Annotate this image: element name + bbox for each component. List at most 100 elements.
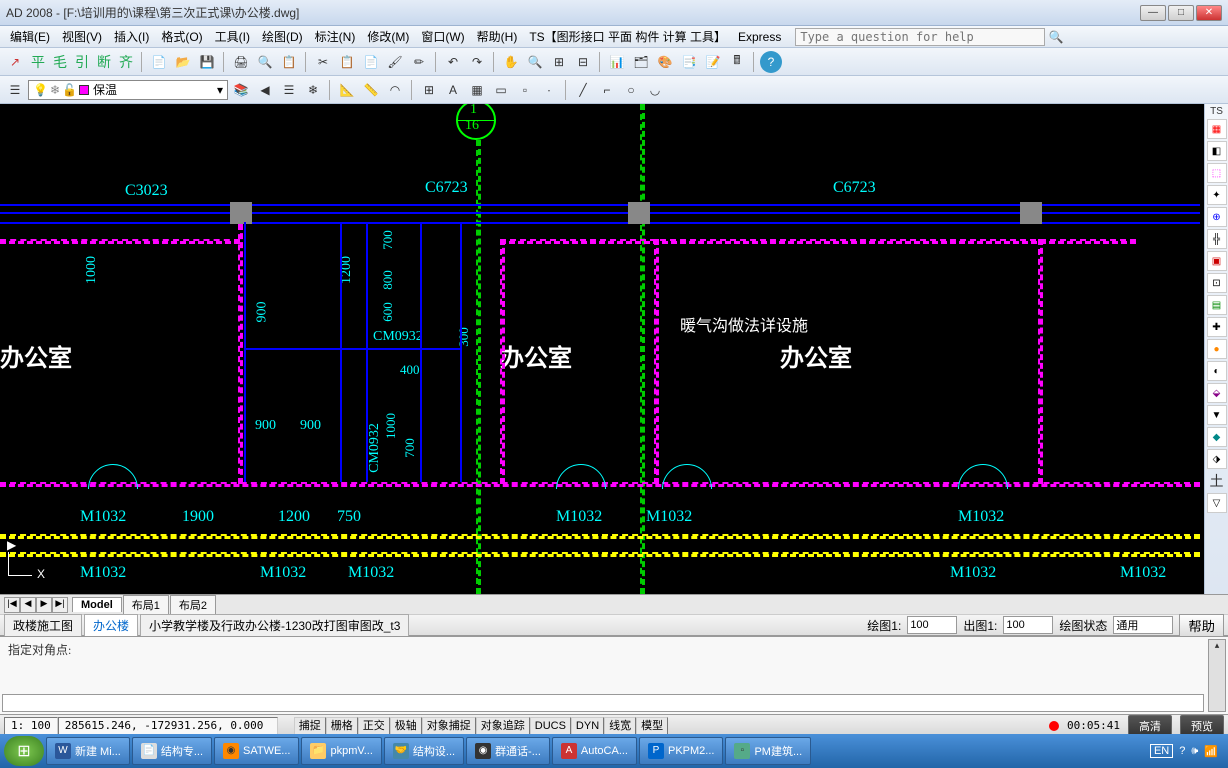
dim-ang-icon[interactable]: 📏: [360, 79, 382, 101]
menu-modify[interactable]: 修改(M): [361, 26, 415, 47]
print-icon[interactable]: 🖨: [230, 51, 252, 73]
drawing-canvas[interactable]: 1 16 C3023 C6723 C6723 办公室 办公室 办公室 暖气沟做法…: [0, 104, 1204, 594]
snap-polar[interactable]: 极轴: [390, 717, 422, 735]
doc-tab-2[interactable]: 办公楼: [84, 614, 138, 637]
pal-btn-17[interactable]: ▽: [1207, 493, 1227, 513]
snap-ducs[interactable]: DUCS: [530, 717, 571, 735]
tool-mao[interactable]: 毛: [50, 52, 70, 72]
pline-icon[interactable]: ⌐: [596, 79, 618, 101]
help-icon[interactable]: ?: [760, 51, 782, 73]
draw-state-input[interactable]: [1113, 616, 1173, 634]
hatch-icon[interactable]: ▦: [466, 79, 488, 101]
tray-chevron-icon[interactable]: ?: [1179, 745, 1185, 757]
out-scale-input[interactable]: [1003, 616, 1053, 634]
menu-format[interactable]: 格式(O): [155, 26, 208, 47]
cut-icon[interactable]: ✂: [312, 51, 334, 73]
tray-network-icon[interactable]: 🕪: [1191, 745, 1198, 758]
pal-btn-1[interactable]: ▦: [1207, 119, 1227, 139]
line-icon[interactable]: ╱: [572, 79, 594, 101]
redo-icon[interactable]: ↷: [466, 51, 488, 73]
tab-layout1[interactable]: 布局1: [123, 595, 169, 614]
layer-prev-icon[interactable]: ◀: [254, 79, 276, 101]
snap-otrack[interactable]: 对象追踪: [476, 717, 530, 735]
publish-icon[interactable]: 📋: [278, 51, 300, 73]
new-icon[interactable]: 📄: [148, 51, 170, 73]
tab-last-icon[interactable]: ▶|: [52, 597, 68, 613]
task-pm[interactable]: ▫PM建筑...: [725, 737, 811, 765]
menu-ts[interactable]: TS【图形接口 平面 构件 计算 工具】: [523, 26, 732, 47]
task-call[interactable]: ◉群通话-...: [466, 737, 550, 765]
tab-layout2[interactable]: 布局2: [170, 595, 216, 614]
help-button[interactable]: 帮助: [1179, 614, 1224, 637]
command-scrollbar[interactable]: ▴: [1208, 639, 1226, 712]
region-icon[interactable]: ▭: [490, 79, 512, 101]
menu-dimension[interactable]: 标注(N): [309, 26, 362, 47]
mtext-icon[interactable]: A: [442, 79, 464, 101]
pal-btn-11[interactable]: ●: [1207, 339, 1227, 359]
snap-ortho[interactable]: 正交: [358, 717, 390, 735]
draw-scale-input[interactable]: [907, 616, 957, 634]
match-icon[interactable]: 🖌: [384, 51, 406, 73]
arc-icon[interactable]: ◡: [644, 79, 666, 101]
task-word[interactable]: W新建 Mi...: [46, 737, 130, 765]
help-search-input[interactable]: [795, 28, 1045, 46]
pal-btn-5[interactable]: ⊕: [1207, 207, 1227, 227]
snap-grid[interactable]: 栅格: [326, 717, 358, 735]
pal-btn-4[interactable]: ✦: [1207, 185, 1227, 205]
layer-state-icon[interactable]: 📚: [230, 79, 252, 101]
menu-help[interactable]: 帮助(H): [471, 26, 524, 47]
task-pkpm[interactable]: PPKPM2...: [639, 737, 723, 765]
task-satwe[interactable]: ◉SATWE...: [214, 737, 299, 765]
task-struct[interactable]: 🤝结构设...: [384, 737, 464, 765]
layer-iso-icon[interactable]: ☰: [278, 79, 300, 101]
tab-first-icon[interactable]: |◀: [4, 597, 20, 613]
tab-next-icon[interactable]: ▶: [36, 597, 52, 613]
design-center-icon[interactable]: 🗂: [630, 51, 652, 73]
markup-icon[interactable]: 📝: [702, 51, 724, 73]
dim-linear-icon[interactable]: 📐: [336, 79, 358, 101]
minimize-button[interactable]: —: [1140, 5, 1166, 21]
pal-btn-6[interactable]: ╬: [1207, 229, 1227, 249]
pal-btn-2[interactable]: ◧: [1207, 141, 1227, 161]
point-icon[interactable]: ∙: [538, 79, 560, 101]
properties-icon[interactable]: 📊: [606, 51, 628, 73]
command-input[interactable]: [2, 694, 1204, 712]
snap-snap[interactable]: 捕捉: [294, 717, 326, 735]
tab-model[interactable]: Model: [72, 597, 122, 612]
snap-dyn[interactable]: DYN: [571, 717, 604, 735]
tray-volume-icon[interactable]: 📶: [1204, 745, 1218, 758]
task-pdf[interactable]: 📄结构专...: [132, 737, 212, 765]
task-autocad[interactable]: AAutoCA...: [552, 737, 637, 765]
menu-view[interactable]: 视图(V): [56, 26, 108, 47]
snap-osnap[interactable]: 对象捕捉: [422, 717, 476, 735]
doc-tab-3[interactable]: 小学教学楼及行政办公楼-1230改打图审图改_t3: [140, 614, 409, 637]
menu-express[interactable]: Express: [732, 28, 787, 46]
tool-yin[interactable]: 引: [72, 52, 92, 72]
tool-palette-icon[interactable]: 🎨: [654, 51, 676, 73]
tool-arrow-icon[interactable]: ↗: [4, 51, 26, 73]
start-button[interactable]: ⊞: [4, 736, 44, 766]
pal-btn-15[interactable]: ◆: [1207, 427, 1227, 447]
snap-lwt[interactable]: 线宽: [604, 717, 636, 735]
menu-tools[interactable]: 工具(I): [209, 26, 256, 47]
paste-icon[interactable]: 📄: [360, 51, 382, 73]
tool-qi[interactable]: 齐: [116, 52, 136, 72]
table-icon[interactable]: ⊞: [418, 79, 440, 101]
pal-btn-7[interactable]: ▣: [1207, 251, 1227, 271]
menu-edit[interactable]: 编辑(E): [4, 26, 56, 47]
pan-icon[interactable]: ✋: [500, 51, 522, 73]
layer-dropdown[interactable]: 💡 ❄ 🔓 保温 ▾: [28, 80, 228, 100]
menu-draw[interactable]: 绘图(D): [256, 26, 309, 47]
save-icon[interactable]: 💾: [196, 51, 218, 73]
tool-ping[interactable]: 平: [28, 52, 48, 72]
lang-indicator[interactable]: EN: [1150, 744, 1173, 758]
sheet-set-icon[interactable]: 📑: [678, 51, 700, 73]
doc-tab-1[interactable]: 政楼施工图: [4, 614, 82, 637]
preview-icon[interactable]: 🔍: [254, 51, 276, 73]
pal-btn-8[interactable]: ⊡: [1207, 273, 1227, 293]
menu-window[interactable]: 窗口(W): [415, 26, 470, 47]
block-icon[interactable]: ▫: [514, 79, 536, 101]
snap-model[interactable]: 模型: [636, 717, 668, 735]
zoom-icon[interactable]: 🔍: [524, 51, 546, 73]
eraser-icon[interactable]: ✏: [408, 51, 430, 73]
